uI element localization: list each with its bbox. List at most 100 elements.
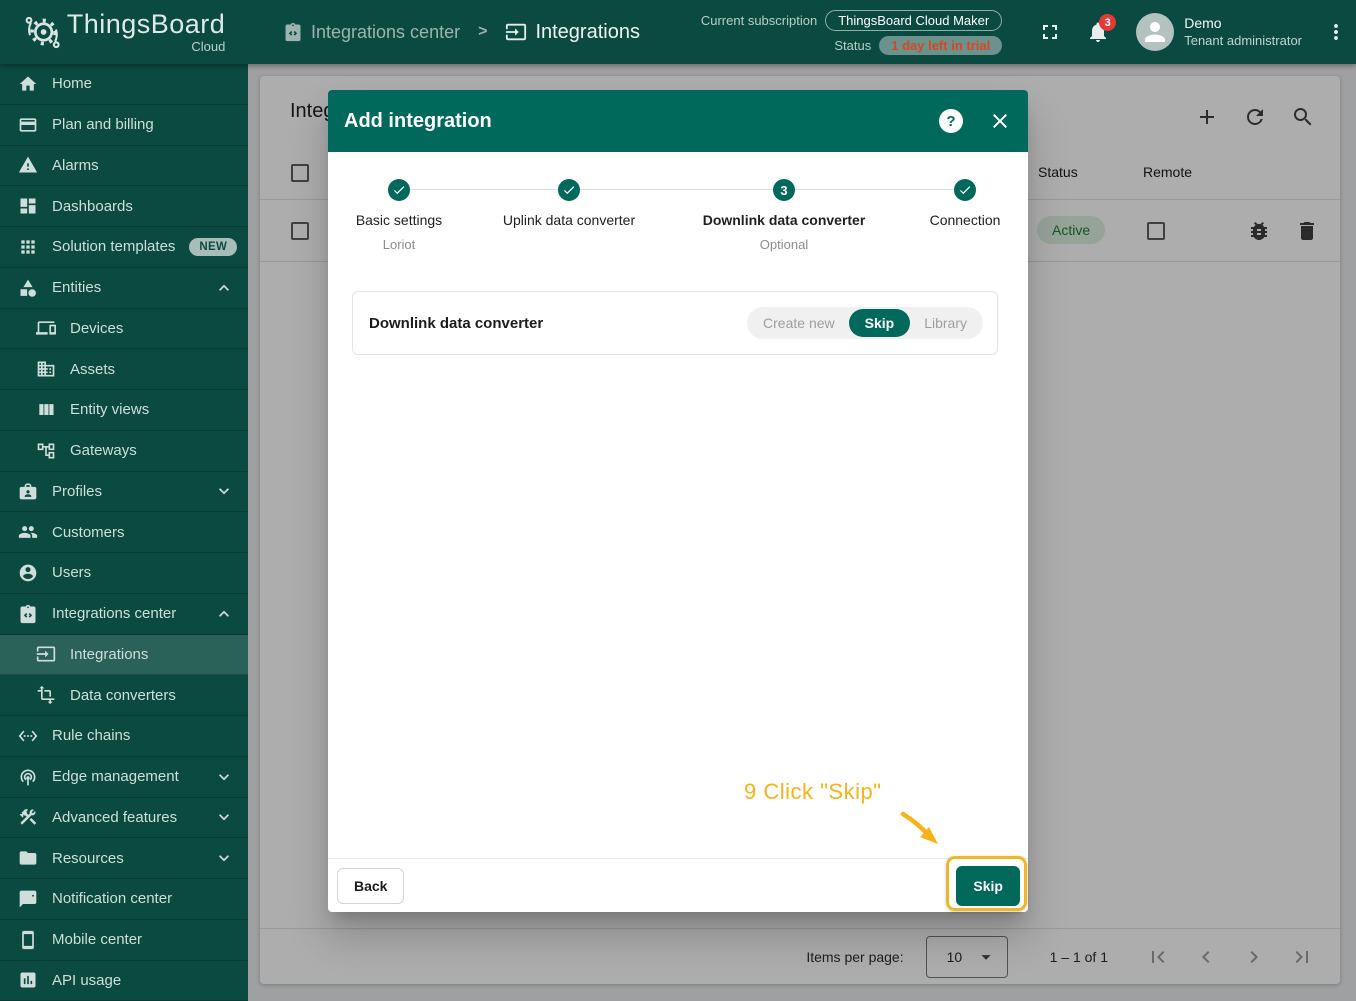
toggle-option-library[interactable]: Library: [910, 309, 981, 337]
subscription-info: Current subscription ThingsBoard Cloud M…: [701, 10, 1002, 55]
sidebar-item-devices[interactable]: Devices: [0, 309, 248, 350]
sidebar-item-integrations-center[interactable]: Integrations center: [0, 594, 248, 635]
sidebar-item-edge-management[interactable]: Edge management: [0, 757, 248, 798]
add-integration-dialog: Add integration ? 3 Basic settings Uplin…: [328, 90, 1028, 912]
integrations-center-icon: [283, 22, 303, 42]
chevron-up-icon: [214, 278, 234, 298]
sidebar-item-solution-templates[interactable]: Solution templatesNEW: [0, 227, 248, 268]
step-1-check-circle: [388, 179, 410, 201]
field-label: Downlink data converter: [369, 315, 543, 332]
person-icon: [1140, 17, 1170, 47]
home-icon: [18, 74, 38, 94]
converter-mode-toggle: Create new Skip Library: [747, 307, 983, 339]
data-converters-icon: [36, 685, 56, 705]
step-sub-optional: Optional: [634, 237, 934, 252]
sidebar-item-dashboards[interactable]: Dashboards: [0, 186, 248, 227]
chevron-up-icon: [214, 604, 234, 624]
sidebar-item-home[interactable]: Home: [0, 64, 248, 105]
integrations-center-icon: [18, 604, 38, 624]
subscription-plan-badge[interactable]: ThingsBoard Cloud Maker: [825, 10, 1002, 31]
sidebar-item-data-converters[interactable]: Data converters: [0, 675, 248, 716]
sidebar-item-entities[interactable]: Entities: [0, 268, 248, 309]
sidebar-item-profiles[interactable]: Profiles: [0, 472, 248, 513]
users-icon: [18, 563, 38, 583]
step-2-check-circle: [558, 179, 580, 201]
gateways-icon: [36, 441, 56, 461]
logo-title: ThingsBoard: [67, 11, 226, 38]
subscription-label: Current subscription: [701, 13, 817, 28]
smartphone-icon: [18, 930, 38, 950]
step-sub-loriot: Loriot: [249, 237, 549, 252]
status-label: Status: [834, 38, 871, 53]
more-menu-button[interactable]: [1316, 12, 1356, 52]
sidebar-item-rule-chains[interactable]: Rule chains: [0, 716, 248, 757]
check-icon: [562, 183, 576, 197]
skip-button[interactable]: Skip: [956, 866, 1020, 906]
notification-count-badge: 3: [1099, 14, 1116, 31]
sidebar-item-users[interactable]: Users: [0, 553, 248, 594]
credit-card-icon: [18, 115, 38, 135]
toggle-option-create-new[interactable]: Create new: [749, 309, 849, 337]
sidebar-item-alarms[interactable]: Alarms: [0, 146, 248, 187]
breadcrumb: Integrations center > Integrations: [283, 21, 640, 44]
antenna-icon: [18, 767, 38, 787]
fullscreen-button[interactable]: [1030, 12, 1070, 52]
dialog-footer: Back Skip: [328, 858, 1028, 912]
fullscreen-icon: [1038, 20, 1062, 44]
integrations-icon: [505, 21, 527, 43]
sidebar-item-plan-and-billing[interactable]: Plan and billing: [0, 105, 248, 146]
tools-icon: [18, 807, 38, 827]
devices-icon: [36, 318, 56, 338]
sidebar-item-assets[interactable]: Assets: [0, 349, 248, 390]
help-icon[interactable]: ?: [939, 109, 963, 133]
back-button[interactable]: Back: [337, 868, 404, 904]
check-icon: [392, 183, 406, 197]
top-bar: ThingsBoard Cloud Integrations center > …: [0, 0, 1356, 64]
user-menu[interactable]: Demo Tenant administrator: [1136, 13, 1302, 51]
chevron-down-icon: [214, 807, 234, 827]
sidebar-item-resources[interactable]: Resources: [0, 838, 248, 879]
sidebar-item-integrations[interactable]: Integrations: [0, 635, 248, 676]
trial-status-badge: 1 day left in trial: [879, 36, 1002, 55]
avatar: [1136, 13, 1174, 51]
breadcrumb-separator: >: [478, 23, 487, 41]
sidebar-item-api-usage[interactable]: API usage: [0, 961, 248, 1001]
sidebar-item-mobile-center[interactable]: Mobile center: [0, 920, 248, 961]
sidebar-item-advanced-features[interactable]: Advanced features: [0, 798, 248, 839]
breadcrumb-integrations[interactable]: Integrations: [505, 21, 640, 44]
chevron-down-icon: [214, 767, 234, 787]
integrations-icon: [36, 644, 56, 664]
more-vert-icon: [1324, 20, 1348, 44]
entities-icon: [18, 278, 38, 298]
dashboards-icon: [18, 196, 38, 216]
chevron-down-icon: [214, 481, 234, 501]
logo[interactable]: ThingsBoard Cloud: [0, 11, 248, 53]
entity-views-icon: [36, 400, 56, 420]
notifications-button[interactable]: 3: [1078, 12, 1118, 52]
step-label-connection[interactable]: Connection: [815, 212, 1115, 228]
step-3-number-circle: 3: [773, 179, 795, 201]
sidebar-item-customers[interactable]: Customers: [0, 512, 248, 553]
folder-icon: [18, 848, 38, 868]
customers-icon: [18, 522, 38, 542]
toggle-option-skip[interactable]: Skip: [849, 309, 911, 337]
dialog-header: Add integration ?: [328, 90, 1028, 152]
logo-subtitle: Cloud: [191, 40, 225, 53]
grid-icon: [18, 237, 38, 257]
assets-icon: [36, 359, 56, 379]
chat-icon: [18, 889, 38, 909]
warning-icon: [18, 155, 38, 175]
downlink-converter-field: Downlink data converter Create new Skip …: [352, 291, 998, 355]
rule-chains-icon: [18, 726, 38, 746]
sidebar-item-notification-center[interactable]: Notification center: [0, 879, 248, 920]
thingsboard-logo-icon: [23, 13, 61, 51]
breadcrumb-integrations-center[interactable]: Integrations center: [283, 22, 460, 43]
chevron-down-icon: [214, 848, 234, 868]
sidebar-item-entity-views[interactable]: Entity views: [0, 390, 248, 431]
close-button[interactable]: [988, 109, 1012, 133]
sidebar-item-gateways[interactable]: Gateways: [0, 431, 248, 472]
close-icon: [988, 109, 1012, 133]
thingsboard-app: ThingsBoard Cloud Integrations center > …: [0, 0, 1356, 1001]
check-icon: [958, 183, 972, 197]
new-badge: NEW: [189, 238, 237, 256]
